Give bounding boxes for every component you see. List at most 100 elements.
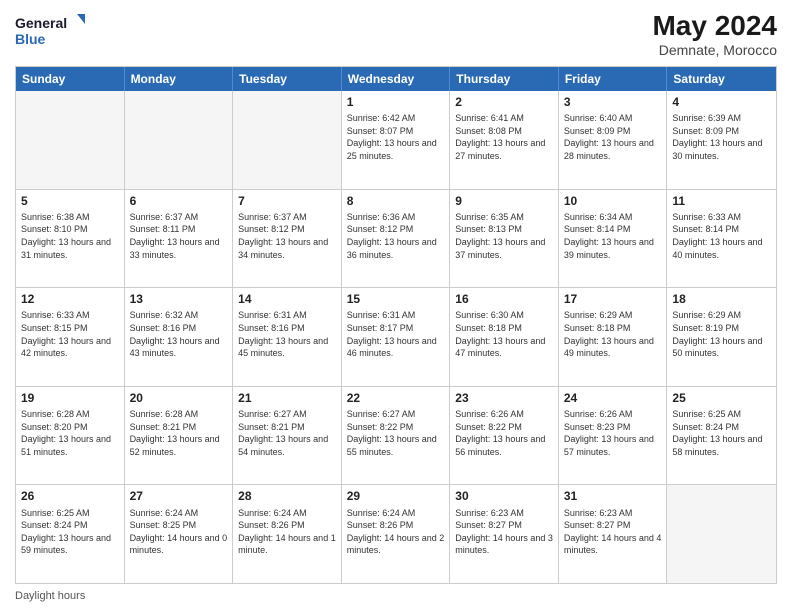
cell-info: Sunrise: 6:28 AM Sunset: 8:21 PM Dayligh… (130, 408, 228, 458)
header-day-sunday: Sunday (16, 67, 125, 91)
header-day-monday: Monday (125, 67, 234, 91)
cell-info: Sunrise: 6:31 AM Sunset: 8:17 PM Dayligh… (347, 309, 445, 359)
day-number: 11 (672, 193, 771, 209)
day-number: 18 (672, 291, 771, 307)
calendar-body: 1 Sunrise: 6:42 AM Sunset: 8:07 PM Daylig… (16, 91, 776, 583)
day-cell-23: 23 Sunrise: 6:26 AM Sunset: 8:22 PM Dayli… (450, 387, 559, 485)
location: Demnate, Morocco (652, 42, 777, 58)
cell-info: Sunrise: 6:41 AM Sunset: 8:08 PM Dayligh… (455, 112, 553, 162)
day-number: 5 (21, 193, 119, 209)
day-cell-11: 11 Sunrise: 6:33 AM Sunset: 8:14 PM Dayli… (667, 190, 776, 288)
day-number: 25 (672, 390, 771, 406)
day-number: 13 (130, 291, 228, 307)
cell-info: Sunrise: 6:38 AM Sunset: 8:10 PM Dayligh… (21, 211, 119, 261)
day-cell-9: 9Sunrise: 6:35 AM Sunset: 8:13 PM Daylig… (450, 190, 559, 288)
empty-cell-0-1 (125, 91, 234, 189)
week-row-1: 1 Sunrise: 6:42 AM Sunset: 8:07 PM Daylig… (16, 91, 776, 189)
cell-info: Sunrise: 6:25 AM Sunset: 8:24 PM Dayligh… (672, 408, 771, 458)
footer: Daylight hours (15, 590, 777, 602)
cell-info: Sunrise: 6:26 AM Sunset: 8:22 PM Dayligh… (455, 408, 553, 458)
day-cell-26: 26 Sunrise: 6:25 AM Sunset: 8:24 PM Dayli… (16, 485, 125, 583)
cell-info: Sunrise: 6:26 AM Sunset: 8:23 PM Dayligh… (564, 408, 662, 458)
day-number: 21 (238, 390, 336, 406)
week-row-4: 19 Sunrise: 6:28 AM Sunset: 8:20 PM Dayli… (16, 386, 776, 485)
day-cell-7: 7 Sunrise: 6:37 AM Sunset: 8:12 PM Daylig… (233, 190, 342, 288)
day-cell-31: 31Sunrise: 6:23 AM Sunset: 8:27 PM Dayli… (559, 485, 668, 583)
cell-info: Sunrise: 6:27 AM Sunset: 8:22 PM Dayligh… (347, 408, 445, 458)
cell-info: Sunrise: 6:27 AM Sunset: 8:21 PM Dayligh… (238, 408, 336, 458)
day-number: 14 (238, 291, 336, 307)
cell-info: Sunrise: 6:23 AM Sunset: 8:27 PM Dayligh… (455, 507, 553, 557)
day-number: 30 (455, 488, 553, 504)
cell-info: Sunrise: 6:42 AM Sunset: 8:07 PM Dayligh… (347, 112, 445, 162)
cell-info: Sunrise: 6:32 AM Sunset: 8:16 PM Dayligh… (130, 309, 228, 359)
day-cell-12: 12 Sunrise: 6:33 AM Sunset: 8:15 PM Dayli… (16, 288, 125, 386)
svg-text:General: General (15, 15, 67, 31)
day-cell-30: 30 Sunrise: 6:23 AM Sunset: 8:27 PM Dayli… (450, 485, 559, 583)
cell-info: Sunrise: 6:36 AM Sunset: 8:12 PM Dayligh… (347, 211, 445, 261)
day-number: 12 (21, 291, 119, 307)
day-cell-29: 29Sunrise: 6:24 AM Sunset: 8:26 PM Dayli… (342, 485, 451, 583)
month-year: May 2024 (652, 10, 777, 42)
day-cell-6: 6Sunrise: 6:37 AM Sunset: 8:11 PM Daylig… (125, 190, 234, 288)
day-cell-8: 8 Sunrise: 6:36 AM Sunset: 8:12 PM Daylig… (342, 190, 451, 288)
day-number: 19 (21, 390, 119, 406)
day-cell-10: 10 Sunrise: 6:34 AM Sunset: 8:14 PM Dayli… (559, 190, 668, 288)
cell-info: Sunrise: 6:28 AM Sunset: 8:20 PM Dayligh… (21, 408, 119, 458)
calendar: SundayMondayTuesdayWednesdayThursdayFrid… (15, 66, 777, 584)
day-number: 22 (347, 390, 445, 406)
day-number: 29 (347, 488, 445, 504)
day-number: 23 (455, 390, 553, 406)
day-cell-15: 15Sunrise: 6:31 AM Sunset: 8:17 PM Dayli… (342, 288, 451, 386)
day-number: 28 (238, 488, 336, 504)
day-number: 1 (347, 94, 445, 110)
header-day-thursday: Thursday (450, 67, 559, 91)
day-number: 10 (564, 193, 662, 209)
day-cell-18: 18Sunrise: 6:29 AM Sunset: 8:19 PM Dayli… (667, 288, 776, 386)
day-number: 4 (672, 94, 771, 110)
day-cell-5: 5 Sunrise: 6:38 AM Sunset: 8:10 PM Daylig… (16, 190, 125, 288)
empty-cell-0-2 (233, 91, 342, 189)
logo-svg: General Blue (15, 10, 85, 50)
day-cell-22: 22 Sunrise: 6:27 AM Sunset: 8:22 PM Dayli… (342, 387, 451, 485)
day-cell-21: 21 Sunrise: 6:27 AM Sunset: 8:21 PM Dayli… (233, 387, 342, 485)
cell-info: Sunrise: 6:24 AM Sunset: 8:26 PM Dayligh… (238, 507, 336, 557)
day-number: 16 (455, 291, 553, 307)
day-cell-20: 20Sunrise: 6:28 AM Sunset: 8:21 PM Dayli… (125, 387, 234, 485)
cell-info: Sunrise: 6:40 AM Sunset: 8:09 PM Dayligh… (564, 112, 662, 162)
day-cell-4: 4Sunrise: 6:39 AM Sunset: 8:09 PM Daylig… (667, 91, 776, 189)
cell-info: Sunrise: 6:30 AM Sunset: 8:18 PM Dayligh… (455, 309, 553, 359)
cell-info: Sunrise: 6:37 AM Sunset: 8:11 PM Dayligh… (130, 211, 228, 261)
header-day-tuesday: Tuesday (233, 67, 342, 91)
cell-info: Sunrise: 6:24 AM Sunset: 8:25 PM Dayligh… (130, 507, 228, 557)
day-cell-24: 24Sunrise: 6:26 AM Sunset: 8:23 PM Dayli… (559, 387, 668, 485)
cell-info: Sunrise: 6:31 AM Sunset: 8:16 PM Dayligh… (238, 309, 336, 359)
day-cell-3: 3Sunrise: 6:40 AM Sunset: 8:09 PM Daylig… (559, 91, 668, 189)
cell-info: Sunrise: 6:37 AM Sunset: 8:12 PM Dayligh… (238, 211, 336, 261)
week-row-5: 26 Sunrise: 6:25 AM Sunset: 8:24 PM Dayli… (16, 484, 776, 583)
cell-info: Sunrise: 6:35 AM Sunset: 8:13 PM Dayligh… (455, 211, 553, 261)
cell-info: Sunrise: 6:23 AM Sunset: 8:27 PM Dayligh… (564, 507, 662, 557)
week-row-2: 5 Sunrise: 6:38 AM Sunset: 8:10 PM Daylig… (16, 189, 776, 288)
day-cell-25: 25 Sunrise: 6:25 AM Sunset: 8:24 PM Dayli… (667, 387, 776, 485)
day-number: 26 (21, 488, 119, 504)
day-cell-2: 2Sunrise: 6:41 AM Sunset: 8:08 PM Daylig… (450, 91, 559, 189)
svg-text:Blue: Blue (15, 31, 46, 47)
header: General Blue May 2024 Demnate, Morocco (15, 10, 777, 58)
cell-info: Sunrise: 6:33 AM Sunset: 8:14 PM Dayligh… (672, 211, 771, 261)
cell-info: Sunrise: 6:33 AM Sunset: 8:15 PM Dayligh… (21, 309, 119, 359)
calendar-header: SundayMondayTuesdayWednesdayThursdayFrid… (16, 67, 776, 91)
cell-info: Sunrise: 6:29 AM Sunset: 8:18 PM Dayligh… (564, 309, 662, 359)
day-cell-16: 16 Sunrise: 6:30 AM Sunset: 8:18 PM Dayli… (450, 288, 559, 386)
header-day-friday: Friday (559, 67, 668, 91)
page: General Blue May 2024 Demnate, Morocco S… (0, 0, 792, 612)
day-number: 7 (238, 193, 336, 209)
footer-text: Daylight hours (15, 590, 85, 602)
title-block: May 2024 Demnate, Morocco (652, 10, 777, 58)
day-cell-1: 1 Sunrise: 6:42 AM Sunset: 8:07 PM Daylig… (342, 91, 451, 189)
cell-info: Sunrise: 6:25 AM Sunset: 8:24 PM Dayligh… (21, 507, 119, 557)
empty-cell-0-0 (16, 91, 125, 189)
day-number: 8 (347, 193, 445, 209)
cell-info: Sunrise: 6:34 AM Sunset: 8:14 PM Dayligh… (564, 211, 662, 261)
logo: General Blue (15, 10, 85, 50)
